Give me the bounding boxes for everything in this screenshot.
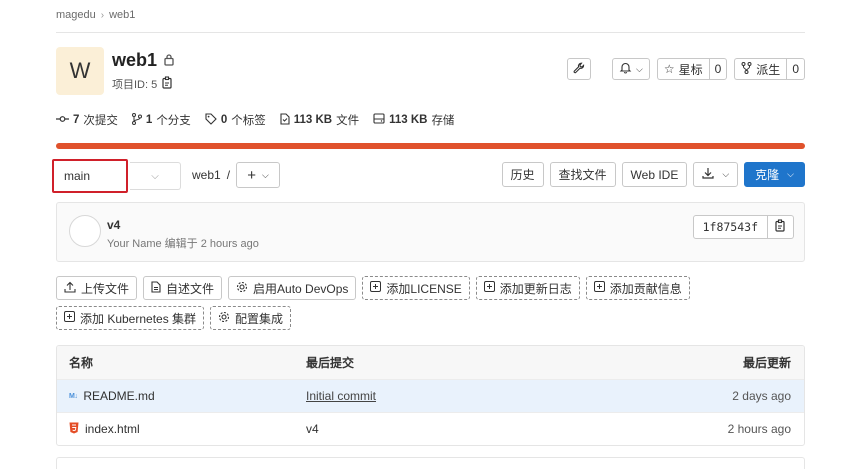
- stat-storage[interactable]: 113 KB 存储: [373, 112, 454, 128]
- chevron-down-icon: ⌵: [636, 63, 643, 74]
- repo-toolbar: 历史 查找文件 Web IDE ⌵ 克隆 ⌵: [501, 162, 805, 187]
- repo-path: web1 /: [192, 168, 230, 182]
- commit-message-link[interactable]: Initial commit: [306, 389, 376, 403]
- download-icon: [702, 167, 714, 182]
- clone-button[interactable]: 克隆 ⌵: [744, 162, 805, 187]
- fork-icon: [741, 61, 752, 77]
- html5-icon: [69, 422, 79, 437]
- enable-auto-devops-button[interactable]: 启用Auto DevOps: [228, 276, 357, 300]
- add-kubernetes-cluster-button[interactable]: 添加 Kubernetes 集群: [56, 306, 205, 330]
- add-file-dropdown[interactable]: + ⌵: [236, 162, 280, 188]
- last-commit-panel: v4 Your Name 编辑于 2 hours ago 1f87543f: [56, 202, 805, 262]
- project-name: web1: [112, 50, 158, 70]
- path-separator: /: [226, 168, 231, 182]
- star-icon: ☆: [663, 62, 675, 76]
- last-update-time: 2 days ago: [732, 389, 791, 403]
- markdown-icon: M↓: [69, 392, 78, 400]
- project-stats: 7 次提交 1 个分支 0 个标签 113 KB 文件 113 KB 存储: [56, 112, 454, 128]
- branch-icon: [131, 112, 142, 128]
- chevron-down-icon: ⌵: [261, 169, 269, 180]
- file-name-link[interactable]: index.html: [85, 422, 140, 436]
- chevron-down-icon: ⌵: [787, 169, 794, 179]
- plus-icon: +: [247, 166, 256, 184]
- table-row[interactable]: index.html v4 2 hours ago: [57, 412, 804, 445]
- breadcrumb-group[interactable]: magedu: [56, 9, 96, 21]
- column-name: 名称: [69, 356, 94, 370]
- history-button[interactable]: 历史: [501, 162, 544, 187]
- project-title: web1: [112, 50, 175, 71]
- star-button[interactable]: ☆ 星标 0: [656, 58, 728, 80]
- stat-commits[interactable]: 7 次提交: [56, 112, 118, 128]
- chevron-down-icon: ⌵: [151, 170, 159, 182]
- plus-square-icon: [593, 281, 605, 295]
- tag-icon: [205, 112, 217, 128]
- breadcrumb-project[interactable]: web1: [109, 9, 135, 21]
- configure-integrations-button[interactable]: 配置集成: [210, 306, 292, 330]
- notification-dropdown[interactable]: ⌵: [612, 58, 650, 80]
- file-table: 名称 最后提交 最后更新 M↓ README.md Initial commit…: [56, 345, 805, 446]
- commit-message[interactable]: v4: [306, 422, 644, 436]
- upload-icon: [64, 281, 76, 296]
- star-label: 星标: [678, 62, 703, 77]
- commit-author-avatar[interactable]: [69, 215, 101, 247]
- chevron-down-icon: ⌵: [722, 169, 730, 179]
- column-last-update: 最后更新: [742, 356, 791, 370]
- breadcrumb: magedu › web1: [56, 9, 135, 21]
- plus-square-icon: [370, 281, 382, 295]
- find-file-button[interactable]: 查找文件: [549, 162, 616, 187]
- branch-dropdown-toggle[interactable]: ⌵: [130, 162, 181, 190]
- stat-files[interactable]: 113 KB 文件: [280, 112, 359, 128]
- readme-panel: [56, 457, 805, 469]
- download-dropdown[interactable]: ⌵: [693, 162, 739, 187]
- star-count[interactable]: 0: [708, 58, 728, 80]
- plus-square-icon: [483, 281, 495, 295]
- gear-icon: [236, 281, 248, 296]
- file-icon: [280, 112, 290, 128]
- divider: [56, 32, 805, 33]
- gear-icon: [218, 311, 230, 326]
- clone-label: 克隆: [755, 168, 780, 182]
- project-actions: ⌵ ☆ 星标 0 派生 0: [567, 58, 805, 80]
- storage-icon: [373, 113, 385, 127]
- storage-usage-bar: [56, 143, 805, 149]
- lock-icon: [163, 53, 175, 69]
- add-license-button[interactable]: 添加LICENSE: [362, 276, 470, 300]
- copy-sha-button[interactable]: [768, 215, 794, 239]
- column-last-commit: 最后提交: [306, 356, 355, 370]
- project-shortcuts: 上传文件 自述文件 启用Auto DevOps 添加LICENSE 添加更新日志…: [56, 276, 805, 330]
- commit-title[interactable]: v4: [107, 218, 120, 232]
- copy-icon: [775, 219, 786, 235]
- project-id: 项目ID: 5: [112, 76, 173, 92]
- table-header: 名称 最后提交 最后更新: [57, 346, 804, 379]
- commit-meta: Your Name 编辑于 2 hours ago: [107, 238, 259, 250]
- wrench-icon: [573, 62, 585, 77]
- table-row[interactable]: M↓ README.md Initial commit 2 days ago: [57, 379, 804, 412]
- fork-button[interactable]: 派生 0: [734, 58, 805, 80]
- path-root[interactable]: web1: [192, 168, 221, 182]
- settings-button[interactable]: [567, 58, 591, 80]
- commit-sha[interactable]: 1f87543f: [692, 215, 768, 239]
- branch-selector[interactable]: main: [52, 159, 128, 193]
- readme-button[interactable]: 自述文件: [143, 276, 223, 300]
- bell-icon: [619, 61, 632, 77]
- plus-square-icon: [64, 311, 75, 325]
- file-icon: [151, 280, 161, 296]
- project-avatar: W: [56, 47, 104, 95]
- add-changelog-button[interactable]: 添加更新日志: [475, 276, 580, 300]
- file-name-link[interactable]: README.md: [83, 389, 154, 403]
- upload-file-button[interactable]: 上传文件: [56, 276, 138, 300]
- web-ide-button[interactable]: Web IDE: [621, 162, 688, 187]
- fork-count[interactable]: 0: [786, 58, 805, 80]
- last-update-time: 2 hours ago: [727, 422, 791, 436]
- copy-icon[interactable]: [162, 76, 173, 92]
- chevron-right-icon: ›: [100, 9, 105, 21]
- commit-icon: [56, 114, 69, 127]
- commit-sha-group: 1f87543f: [692, 215, 794, 239]
- add-contributing-button[interactable]: 添加贡献信息: [585, 276, 690, 300]
- stat-branches[interactable]: 1 个分支: [131, 112, 191, 128]
- stat-tags[interactable]: 0 个标签: [205, 112, 266, 128]
- fork-label: 派生: [756, 62, 781, 77]
